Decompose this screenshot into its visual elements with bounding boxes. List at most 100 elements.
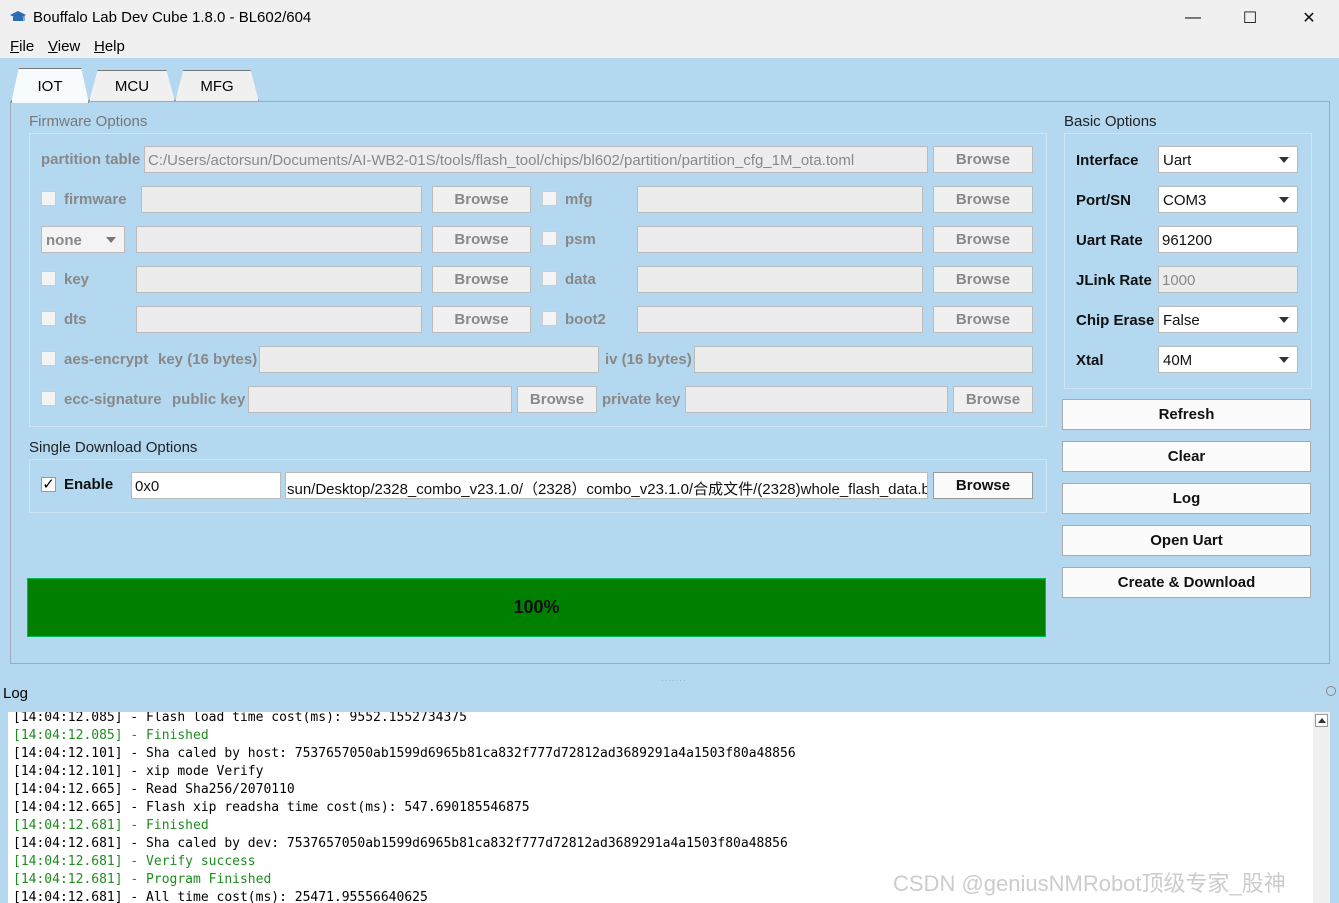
download-file-input[interactable]: sun/Desktop/2328_combo_v23.1.0/（2328）com… — [285, 472, 928, 499]
enable-checkbox[interactable]: ✓ — [41, 477, 56, 492]
tab-iot[interactable]: IOT — [11, 68, 89, 103]
private-key-input[interactable] — [685, 386, 948, 413]
undock-icon[interactable] — [1326, 686, 1336, 696]
log-scrollbar[interactable] — [1313, 712, 1330, 903]
firmware-label: firmware — [64, 191, 127, 208]
menu-bar — [0, 36, 1339, 58]
image-type-select[interactable]: none — [41, 226, 125, 253]
dropdown-caret-icon — [1279, 357, 1289, 363]
log-line: [14:04:12.665] - Flash xip readsha time … — [13, 800, 530, 815]
chip-erase-select[interactable]: False — [1158, 306, 1298, 333]
menu-help[interactable]: Help — [94, 38, 125, 55]
aes-iv-input[interactable] — [694, 346, 1033, 373]
public-key-input[interactable] — [248, 386, 512, 413]
data-checkbox[interactable] — [542, 271, 557, 286]
progress-label: 100% — [513, 597, 560, 617]
log-line: [14:04:12.101] - Sha caled by host: 7537… — [13, 746, 796, 761]
psm-browse-button[interactable]: Browse — [933, 226, 1033, 253]
public-key-browse-button[interactable]: Browse — [517, 386, 597, 413]
data-browse-button[interactable]: Browse — [933, 266, 1033, 293]
port-select[interactable]: COM3 — [1158, 186, 1298, 213]
firmware-browse-button[interactable]: Browse — [432, 186, 531, 213]
open-uart-button[interactable]: Open Uart — [1062, 525, 1311, 556]
image-input[interactable] — [136, 226, 422, 253]
partition-table-browse-button[interactable]: Browse — [933, 146, 1033, 173]
dts-input[interactable] — [136, 306, 422, 333]
maximize-icon[interactable]: ☐ — [1227, 0, 1273, 36]
data-label: data — [565, 271, 596, 288]
log-title: Log — [3, 685, 29, 702]
aes-iv-label: iv (16 bytes) — [605, 351, 692, 368]
tab-mfg[interactable]: MFG — [175, 70, 259, 102]
splitter-handle[interactable]: ······· — [661, 676, 687, 685]
log-button[interactable]: Log — [1062, 483, 1311, 514]
uart-rate-input[interactable]: 961200 — [1158, 226, 1298, 253]
single-download-title: Single Download Options — [29, 439, 198, 456]
partition-table-input[interactable]: C:/Users/actorsun/Documents/AI-WB2-01S/t… — [144, 146, 928, 173]
close-icon[interactable]: ✕ — [1286, 0, 1332, 36]
xtal-select[interactable]: 40M — [1158, 346, 1298, 373]
tab-mfg-label: MFG — [200, 78, 234, 95]
psm-checkbox[interactable] — [542, 231, 557, 246]
mfg-checkbox[interactable] — [542, 191, 557, 206]
aes-key-input[interactable] — [259, 346, 599, 373]
ecc-signature-checkbox[interactable] — [41, 391, 56, 406]
dropdown-caret-icon — [1279, 317, 1289, 323]
key-input[interactable] — [136, 266, 422, 293]
aes-encrypt-checkbox[interactable] — [41, 351, 56, 366]
port-label: Port/SN — [1076, 192, 1132, 209]
mfg-label: mfg — [565, 191, 593, 208]
aes-encrypt-label: aes-encrypt — [64, 351, 149, 368]
image-type-value: none — [46, 232, 82, 249]
log-line: [14:04:12.681] - Finished — [13, 818, 209, 833]
image-browse-button[interactable]: Browse — [432, 226, 531, 253]
boot2-checkbox[interactable] — [542, 311, 557, 326]
app-icon — [10, 11, 26, 21]
partition-table-label: partition table — [41, 151, 141, 168]
address-input[interactable]: 0x0 — [131, 472, 281, 499]
key-browse-button[interactable]: Browse — [432, 266, 531, 293]
enable-label: Enable — [64, 476, 114, 493]
interface-select[interactable]: Uart — [1158, 146, 1298, 173]
window-title: Bouffalo Lab Dev Cube 1.8.0 - BL602/604 — [33, 9, 312, 26]
dts-checkbox[interactable] — [41, 311, 56, 326]
dropdown-caret-icon — [1279, 197, 1289, 203]
firmware-checkbox[interactable] — [41, 191, 56, 206]
clear-button[interactable]: Clear — [1062, 441, 1311, 472]
key-label: key — [64, 271, 90, 288]
firmware-input[interactable] — [141, 186, 422, 213]
log-line: [14:04:12.665] - Read Sha256/2070110 — [13, 782, 295, 797]
dropdown-caret-icon — [1279, 157, 1289, 163]
mfg-input[interactable] — [637, 186, 923, 213]
progress-bar: 100% — [27, 578, 1046, 637]
checkmark-icon: ✓ — [42, 476, 55, 493]
uart-rate-label: Uart Rate — [1076, 232, 1143, 249]
tab-iot-label: IOT — [37, 77, 63, 95]
interface-label: Interface — [1076, 152, 1139, 169]
tab-mcu[interactable]: MCU — [89, 70, 175, 102]
log-line: [14:04:12.085] - Flash load time cost(ms… — [13, 712, 467, 725]
boot2-input[interactable] — [637, 306, 923, 333]
private-key-browse-button[interactable]: Browse — [953, 386, 1033, 413]
boot2-browse-button[interactable]: Browse — [933, 306, 1033, 333]
key-checkbox[interactable] — [41, 271, 56, 286]
mfg-browse-button[interactable]: Browse — [933, 186, 1033, 213]
menu-file[interactable]: File — [10, 38, 34, 55]
psm-label: psm — [565, 231, 596, 248]
psm-input[interactable] — [637, 226, 923, 253]
xtal-label: Xtal — [1076, 352, 1104, 369]
menu-view[interactable]: View — [48, 38, 80, 55]
dts-label: dts — [64, 311, 87, 328]
aes-key-label: key (16 bytes) — [158, 351, 258, 368]
download-file-browse-button[interactable]: Browse — [933, 472, 1033, 499]
jlink-rate-input[interactable]: 1000 — [1158, 266, 1298, 293]
data-input[interactable] — [637, 266, 923, 293]
interface-value: Uart — [1163, 152, 1192, 169]
create-download-button[interactable]: Create & Download — [1062, 567, 1311, 598]
tab-mcu-label: MCU — [114, 78, 150, 95]
chip-erase-label: Chip Erase — [1076, 312, 1155, 329]
minimize-icon[interactable]: — — [1170, 0, 1216, 36]
refresh-button[interactable]: Refresh — [1062, 399, 1311, 430]
scroll-up-icon[interactable] — [1315, 714, 1328, 727]
dts-browse-button[interactable]: Browse — [432, 306, 531, 333]
